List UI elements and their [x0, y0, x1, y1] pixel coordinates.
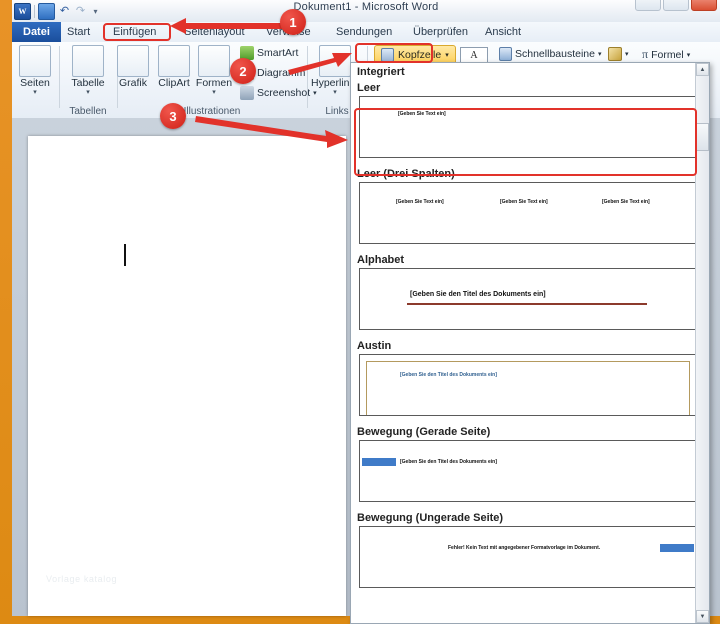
placeholder-text: [Geben Sie den Titel des Dokuments ein]: [400, 372, 497, 378]
gallery-item-label: Leer (Drei Spalten): [357, 168, 455, 180]
smartart-button[interactable]: SmartArt: [240, 46, 298, 60]
tab-ansicht[interactable]: Ansicht: [476, 22, 530, 42]
placeholder-text: [Geben Sie den Titel des Dokuments ein]: [400, 459, 497, 465]
schnellbausteine-caret-icon[interactable]: ▾: [598, 50, 602, 58]
annotation-badge-2: 2: [230, 58, 256, 84]
clipart-icon: [158, 45, 190, 77]
schnellbausteine-button[interactable]: Schnellbausteine ▾: [499, 47, 602, 61]
formel-label: Formel: [651, 48, 684, 61]
kopfzeile-label: Kopfzeile: [398, 49, 442, 61]
pi-icon: π: [642, 47, 649, 61]
close-button[interactable]: [691, 0, 717, 11]
ribbon-group-seiten: Seiten ▾: [12, 42, 58, 118]
placeholder-text: [Geben Sie Text ein]: [500, 199, 548, 205]
tab-datei[interactable]: Datei: [12, 22, 61, 42]
gallery-item-leer[interactable]: [Geben Sie Text ein]: [359, 96, 697, 158]
restore-button[interactable]: [663, 0, 689, 11]
ribbon-group-tabellen: Tabelle ▾ Tabellen: [60, 42, 116, 118]
alphabet-rule: [407, 303, 647, 305]
page-watermark: Vorlage katalog: [46, 574, 118, 584]
bewegung-bar: [660, 544, 694, 552]
gallery-item-alphabet[interactable]: [Geben Sie den Titel des Dokuments ein]: [359, 268, 697, 330]
picture-icon: [117, 45, 149, 77]
document-page[interactable]: Vorlage katalog: [28, 136, 346, 616]
tab-seitenlayout[interactable]: Seitenlayout: [175, 22, 254, 42]
tabelle-label: Tabelle: [71, 77, 105, 89]
placeholder-text: [Geben Sie den Titel des Dokuments ein]: [410, 291, 546, 298]
table-icon: [72, 45, 104, 77]
gallery-item-austin[interactable]: [Geben Sie den Titel des Dokuments ein]: [359, 354, 697, 416]
header-icon: [381, 48, 394, 62]
group-label-tabellen: Tabellen: [69, 106, 107, 117]
tabelle-button[interactable]: Tabelle ▾: [64, 45, 112, 97]
pages-icon: [19, 45, 51, 77]
window-title: Dokument1 - Microsoft Word: [293, 1, 439, 13]
title-bar: W ↶ ↷ ▾ Dokument1 - Microsoft Word: [12, 0, 720, 23]
diagramm-label: Diagramm: [257, 67, 306, 79]
group-label-illustrationen: Illustrationen: [183, 106, 241, 117]
wordart-icon: [608, 47, 622, 61]
gallery-item-leer-drei-spalten[interactable]: [Geben Sie Text ein] [Geben Sie Text ein…: [359, 182, 697, 244]
ribbon-tabs[interactable]: Datei Start Einfügen Seitenlayout Verwei…: [12, 22, 720, 43]
gallery-item-label: Bewegung (Gerade Seite): [357, 426, 491, 438]
tabelle-caret-icon[interactable]: ▾: [64, 89, 112, 97]
smartart-label: SmartArt: [257, 47, 299, 59]
gallery-item-label: Alphabet: [357, 254, 405, 266]
seiten-button[interactable]: Seiten ▾: [11, 45, 59, 97]
seiten-caret-icon[interactable]: ▾: [11, 89, 59, 97]
textbox-label: A: [470, 50, 478, 61]
gallery-item-bewegung-gerade[interactable]: [Geben Sie den Titel des Dokuments ein]: [359, 440, 697, 502]
annotation-badge-1: 1: [280, 9, 306, 35]
quickparts-icon: [499, 47, 512, 61]
screenshot-icon: [240, 86, 254, 100]
gallery-section-title: Integriert: [357, 66, 405, 78]
screenshot-button[interactable]: Screenshot ▾: [240, 86, 317, 100]
schnellbausteine-label: Schnellbausteine: [515, 48, 595, 60]
tab-start[interactable]: Start: [58, 22, 99, 42]
formel-caret-icon[interactable]: ▾: [687, 51, 691, 59]
austin-frame: [366, 361, 690, 415]
shapes-icon: [198, 45, 230, 77]
text-cursor: [124, 244, 126, 266]
screenshot-label: Screenshot: [257, 87, 311, 99]
gallery-item-label: Bewegung (Ungerade Seite): [357, 512, 504, 524]
placeholder-text: [Geben Sie Text ein]: [602, 199, 650, 205]
window-controls[interactable]: [635, 0, 717, 11]
formen-label: Formen: [195, 77, 233, 89]
gallery-item-bewegung-ungerade[interactable]: Fehler! Kein Text mit angegebener Format…: [359, 526, 697, 588]
annotation-badge-3: 3: [160, 103, 186, 129]
seiten-label: Seiten: [20, 77, 50, 89]
gallery-item-label: Leer: [357, 82, 381, 94]
placeholder-text: [Geben Sie Text ein]: [396, 199, 444, 205]
word-window: W ↶ ↷ ▾ Dokument1 - Microsoft Word Datei…: [0, 0, 720, 624]
scrollbar-thumb[interactable]: [696, 123, 709, 151]
formel-button[interactable]: π Formel ▾: [642, 47, 690, 62]
wordart-caret-icon[interactable]: ▾: [625, 50, 629, 58]
hyperlink-icon: [319, 45, 351, 77]
ribbon-group-illustrationen: Grafik ClipArt Formen ▾ SmartArt Diagram…: [117, 42, 317, 118]
tab-einfuegen[interactable]: Einfügen: [104, 22, 165, 42]
kopfzeile-gallery[interactable]: Integriert Leer [Geben Sie Text ein] Lee…: [350, 62, 710, 624]
tab-sendungen[interactable]: Sendungen: [327, 22, 401, 42]
gallery-item-label: Austin: [357, 340, 392, 352]
scroll-up-icon[interactable]: ▲: [696, 63, 709, 76]
gallery-scrollbar[interactable]: ▲ ▼: [695, 63, 709, 623]
kopfzeile-caret-icon[interactable]: ▾: [445, 51, 449, 59]
scroll-down-icon[interactable]: ▼: [696, 610, 709, 623]
formen-caret-icon[interactable]: ▾: [190, 89, 238, 97]
bewegung-bar: [362, 458, 396, 466]
minimize-button[interactable]: [635, 0, 661, 11]
placeholder-text: Fehler! Kein Text mit angegebener Format…: [448, 545, 601, 551]
placeholder-text: [Geben Sie Text ein]: [398, 111, 446, 117]
tab-ueberpruefen[interactable]: Überprüfen: [404, 22, 477, 42]
wordart-button[interactable]: ▾: [608, 47, 629, 61]
